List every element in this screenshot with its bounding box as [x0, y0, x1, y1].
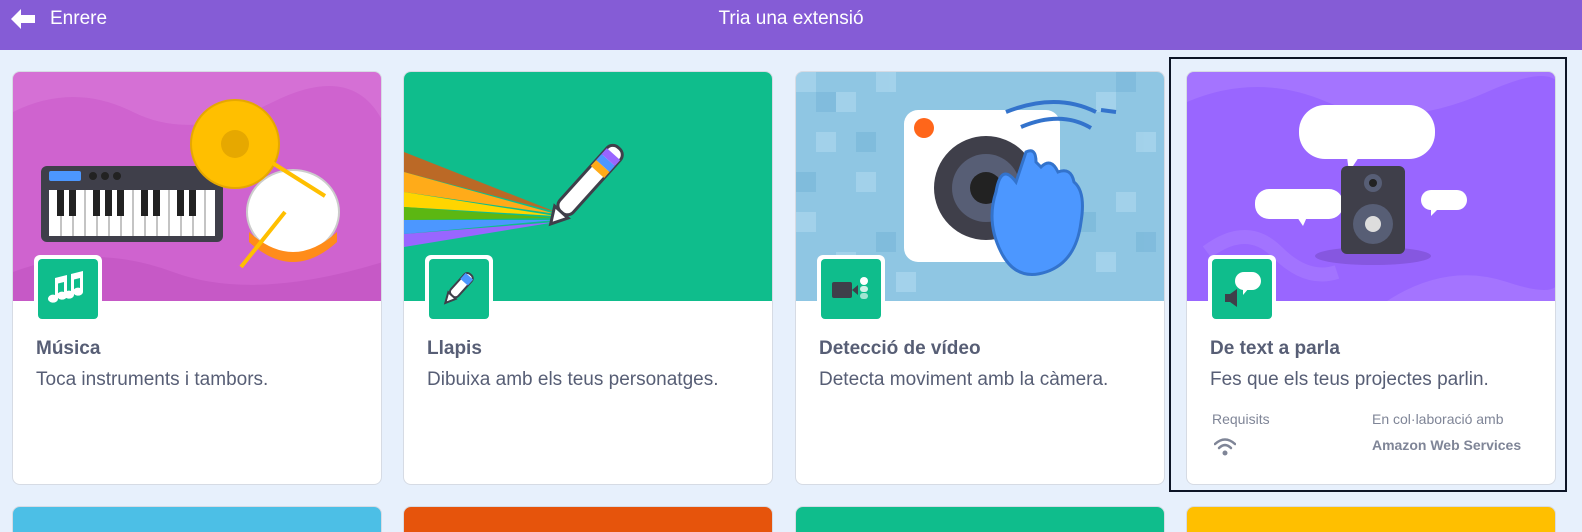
- extension-description: Detecta moviment amb la càmera.: [819, 369, 1109, 390]
- extension-description: Dibuixa amb els teus personatges.: [427, 369, 719, 390]
- extension-name: Detecció de vídeo: [819, 338, 981, 359]
- pen-icon-badge: [425, 255, 493, 323]
- extension-card-next-2[interactable]: [403, 506, 773, 532]
- library-header: Enrere Tria una extensió: [0, 0, 1582, 50]
- extension-description: Fes que els teus projectes parlin.: [1210, 369, 1489, 390]
- wifi-icon: [1214, 438, 1236, 456]
- text-to-speech-icon: [1225, 272, 1261, 307]
- text-to-speech-icon-badge: [1208, 255, 1276, 323]
- video-sensing-icon-badge: [817, 255, 885, 323]
- extension-card-video-sensing[interactable]: Detecció de vídeo Detecta moviment amb l…: [795, 71, 1165, 485]
- music-notes-icon: [48, 271, 83, 303]
- extension-name: De text a parla: [1210, 338, 1340, 359]
- video-sensing-icon: [832, 277, 868, 299]
- extension-name: Llapis: [427, 338, 482, 359]
- extension-card-music[interactable]: Música Toca instruments i tambors.: [12, 71, 382, 485]
- extension-name: Música: [36, 338, 101, 359]
- extension-card-next-4[interactable]: [1186, 506, 1556, 532]
- extension-card-next-1[interactable]: [12, 506, 382, 532]
- pen-icon: [443, 272, 474, 305]
- collaboration-label: En col·laboració amb: [1372, 411, 1504, 427]
- collaborator-name: Amazon Web Services: [1372, 437, 1522, 453]
- extension-description: Toca instruments i tambors.: [36, 369, 269, 390]
- extension-card-next-3[interactable]: [795, 506, 1165, 532]
- page-title: Tria una extensió: [718, 8, 864, 29]
- music-icon-badge: [34, 255, 102, 323]
- requirements-label: Requisits: [1212, 411, 1270, 427]
- extension-card-pen[interactable]: Llapis Dibuixa amb els teus personatges.: [403, 71, 773, 485]
- extension-card-text-to-speech[interactable]: De text a parla Fes que els teus project…: [1186, 71, 1556, 485]
